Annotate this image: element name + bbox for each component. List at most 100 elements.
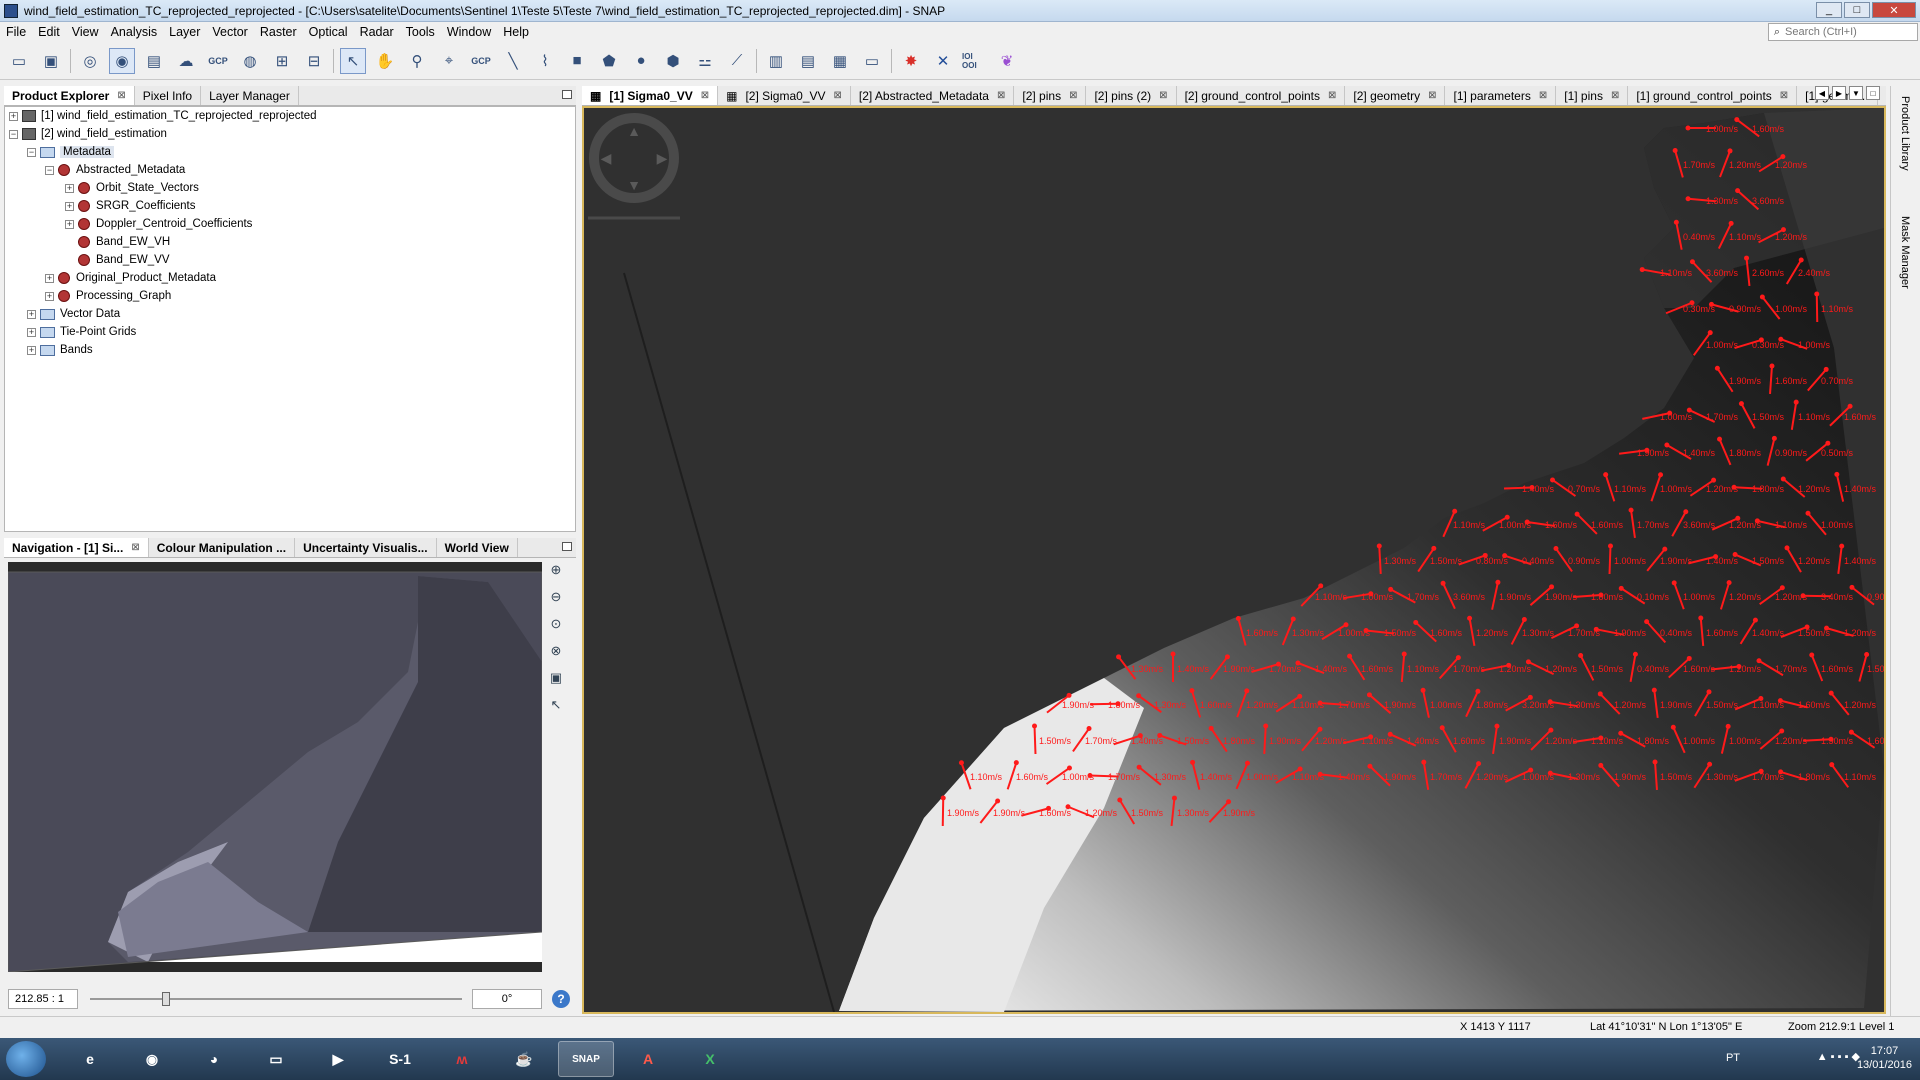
chrome-icon[interactable]: ◉	[124, 1041, 180, 1077]
sync-views-icon[interactable]: ▣	[546, 670, 566, 690]
close-tab-icon[interactable]: ⊠	[131, 542, 139, 553]
tree-item[interactable]: + SRGR_Coefficients	[65, 197, 196, 215]
folder-icon[interactable]: ▭	[859, 48, 885, 74]
maximize-view-icon[interactable]: □	[1866, 86, 1880, 100]
menu-raster[interactable]: Raster	[254, 25, 303, 39]
tree-item[interactable]: − [2] wind_field_estimation	[9, 125, 167, 143]
binary-icon[interactable]: IOI OOI	[962, 48, 988, 74]
navigation-overview[interactable]	[7, 562, 543, 973]
close-tab-icon[interactable]: ⊠	[1328, 90, 1336, 101]
batch-icon[interactable]: ⊟	[301, 48, 327, 74]
open-product-icon[interactable]: ▭	[6, 48, 32, 74]
menu-file[interactable]: File	[0, 25, 32, 39]
tab-uncertainty[interactable]: Uncertainty Visualis...	[295, 538, 437, 557]
tab-doc-2-pins[interactable]: [2] pins ⊠	[1014, 86, 1087, 105]
layer-icon[interactable]: ▤	[141, 48, 167, 74]
snap-s1-icon[interactable]: S-1	[372, 1041, 428, 1077]
close-tab-icon[interactable]: ⊠	[1159, 90, 1167, 101]
maximize-button[interactable]: □	[1844, 2, 1870, 18]
menu-radar[interactable]: Radar	[354, 25, 400, 39]
view-tool-icon[interactable]: ◉	[109, 47, 135, 74]
search-input[interactable]: ⌕ Search (Ctrl+I)	[1768, 23, 1918, 41]
polyline-tool-icon[interactable]: ⌇	[532, 48, 558, 74]
menu-optical[interactable]: Optical	[303, 25, 354, 39]
spectrum-icon[interactable]: ✕	[930, 48, 956, 74]
excel-icon[interactable]: X	[682, 1041, 738, 1077]
image-view[interactable]: ▲ ▼ ◀ ▶ 1.00m/s 1.60m/s 1.70m/s 1.20m/s 1.20…	[582, 106, 1900, 1014]
rectangle-tool-icon[interactable]: ■	[564, 48, 590, 74]
tree-item[interactable]: + Processing_Graph	[45, 287, 171, 305]
tab-doc-1-pins[interactable]: [1] pins ⊠	[1556, 86, 1629, 105]
tree-item[interactable]: + Tie-Point Grids	[27, 323, 136, 341]
zoom-out-icon[interactable]: ⊖	[546, 589, 566, 609]
close-tab-icon[interactable]: ⊠	[997, 90, 1005, 101]
expander-icon[interactable]: +	[65, 183, 74, 193]
save-product-icon[interactable]: ▣	[38, 48, 64, 74]
menu-analysis[interactable]: Analysis	[105, 25, 164, 39]
menu-layer[interactable]: Layer	[163, 25, 206, 39]
menu-tools[interactable]: Tools	[400, 25, 441, 39]
scroll-left-icon[interactable]: ◀	[1815, 86, 1829, 100]
close-tab-icon[interactable]: ⊠	[834, 90, 842, 101]
tree-item[interactable]: + Orbit_State_Vectors	[65, 179, 199, 197]
expander-icon[interactable]: −	[9, 129, 18, 139]
close-tab-icon[interactable]: ⊠	[1069, 90, 1077, 101]
expander-icon[interactable]: +	[65, 201, 74, 211]
minimize-button[interactable]: _	[1816, 2, 1842, 18]
line-tool-icon[interactable]: ╲	[500, 48, 526, 74]
expander-icon[interactable]: +	[65, 219, 74, 229]
tab-doc-1-sigma0-vv[interactable]: ▦ [1] Sigma0_VV ⊠	[582, 86, 719, 105]
tree-item[interactable]: − Metadata	[27, 143, 114, 161]
graph-icon[interactable]: ⊞	[269, 48, 295, 74]
expander-icon[interactable]: −	[27, 147, 36, 157]
tree-item[interactable]: Band_EW_VV	[78, 251, 170, 269]
tab-doc-2-gcp[interactable]: [2] ground_control_points ⊠	[1177, 86, 1346, 105]
tab-doc-2-pins-2[interactable]: [2] pins (2) ⊠	[1086, 86, 1177, 105]
tree-item[interactable]: + Original_Product_Metadata	[45, 269, 216, 287]
tree-item[interactable]: + [1] wind_field_estimation_TC_reprojecte…	[9, 107, 317, 125]
slider-knob[interactable]	[162, 992, 170, 1006]
ruler-icon[interactable]: ⟋	[724, 48, 750, 74]
gcp-tool-icon[interactable]: GCP	[468, 48, 494, 74]
acrobat-icon[interactable]: A	[620, 1041, 676, 1077]
rotation-angle-field[interactable]: 0°	[472, 989, 542, 1009]
tab-doc-1-parameters[interactable]: [1] parameters ⊠	[1445, 86, 1557, 105]
pin-tool-icon[interactable]: ◎	[77, 48, 103, 74]
minimize-panel-button[interactable]	[562, 542, 572, 551]
firefox-icon[interactable]: ◕	[186, 1041, 242, 1077]
globe-icon[interactable]: ◍	[237, 48, 263, 74]
close-tab-icon[interactable]: ⊠	[1539, 90, 1547, 101]
select-tool-icon[interactable]: ↖	[340, 47, 366, 74]
tree-item[interactable]: + Vector Data	[27, 305, 120, 323]
gcp-icon[interactable]: GCP	[205, 48, 231, 74]
expander-icon[interactable]: +	[27, 309, 36, 319]
mask-manager-tab[interactable]: Mask Manager	[1899, 216, 1911, 289]
tab-list-icon[interactable]: ▼	[1849, 86, 1863, 100]
tab-layer-manager[interactable]: Layer Manager	[201, 86, 299, 105]
media-player-icon[interactable]: ▶	[310, 1041, 366, 1077]
expander-icon[interactable]: +	[45, 273, 54, 283]
sync-cursor-icon[interactable]: ↖	[546, 697, 566, 717]
magic-wand-icon[interactable]: ⚍	[692, 48, 718, 74]
close-tab-icon[interactable]: ⊠	[1780, 90, 1788, 101]
menu-help[interactable]: Help	[497, 25, 535, 39]
close-tab-icon[interactable]: ⊠	[701, 90, 709, 101]
close-button[interactable]: ✕	[1872, 2, 1916, 18]
tab-doc-2-geometry[interactable]: [2] geometry ⊠	[1345, 86, 1446, 105]
tab-doc-1-gcp[interactable]: [1] ground_control_points ⊠	[1628, 86, 1798, 105]
menu-vector[interactable]: Vector	[206, 25, 253, 39]
start-button[interactable]	[6, 1041, 46, 1077]
close-tab-icon[interactable]: ⊠	[1611, 90, 1619, 101]
tree-item[interactable]: + Doppler_Centroid_Coefficients	[65, 215, 252, 233]
range-tool-icon[interactable]: ⬢	[660, 48, 686, 74]
snap-icon[interactable]: SNAP	[558, 1041, 614, 1077]
tab-product-explorer[interactable]: Product Explorer ⊠	[4, 86, 135, 105]
zoom-in-icon[interactable]: ⊕	[546, 562, 566, 582]
tree-item[interactable]: Band_EW_VH	[78, 233, 170, 251]
clock[interactable]: 17:07 13/01/2016	[1857, 1041, 1912, 1071]
menu-edit[interactable]: Edit	[32, 25, 66, 39]
butterfly-icon[interactable]: ❦	[994, 48, 1020, 74]
scroll-right-icon[interactable]: ▶	[1832, 86, 1846, 100]
expander-icon[interactable]: +	[45, 291, 54, 301]
tab-colour-manipulation[interactable]: Colour Manipulation ...	[149, 538, 296, 557]
